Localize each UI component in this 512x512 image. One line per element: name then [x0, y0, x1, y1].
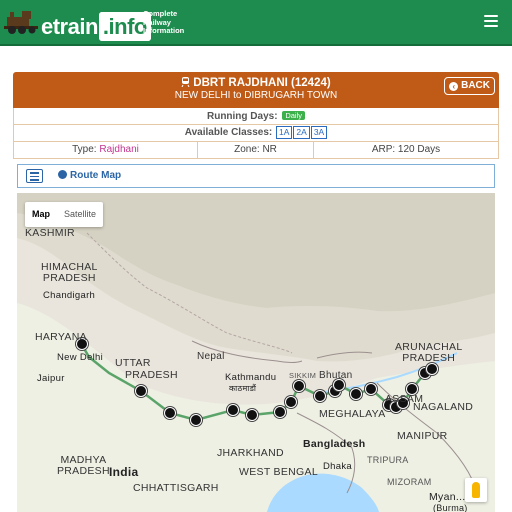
route-map-bar: Route Map — [17, 164, 495, 188]
route-map-link[interactable]: Route Map — [58, 170, 121, 181]
label-haryana: HARYANA — [35, 331, 87, 343]
label-sikkim: SIKKIM — [289, 371, 317, 380]
running-days-badge: Daily — [282, 111, 305, 120]
station-marker-icon[interactable] — [426, 363, 438, 375]
map-type-tabs: Map Satellite — [25, 202, 104, 227]
station-marker-icon[interactable] — [164, 407, 176, 419]
train-panel: DBRT RAJDHANI (12424) NEW DELHI to DIBRU… — [13, 72, 499, 159]
label-chandigarh: Chandigarh — [43, 290, 96, 301]
map-tab-satellite[interactable]: Satellite — [57, 202, 103, 227]
label-uttar: UTTAR — [115, 357, 151, 369]
list-icon[interactable] — [26, 169, 43, 183]
label-burma: (Burma) — [433, 503, 468, 512]
label-meghalaya: MEGHALAYA — [319, 408, 386, 420]
train-logo-icon — [4, 11, 38, 34]
back-button[interactable]: ‹ BACK — [444, 77, 495, 95]
station-marker-icon[interactable] — [274, 406, 286, 418]
label-arunachal: ARUNACHAL PRADESH — [395, 341, 463, 364]
map-tab-map[interactable]: Map — [25, 202, 57, 227]
station-marker-icon[interactable] — [285, 396, 297, 408]
label-jharkhand: JHARKHAND — [217, 447, 284, 459]
brand-name: etrain .info — [41, 12, 151, 41]
back-label: BACK — [461, 80, 490, 91]
train-name-text: DBRT RAJDHANI (12424) — [193, 77, 331, 89]
class-2a-link[interactable]: 2A — [293, 126, 310, 139]
top-bar: etrain .info Complete Railway Information — [0, 0, 512, 46]
label-nagaland: NAGALAND — [413, 401, 474, 413]
globe-icon — [58, 170, 67, 179]
train-icon — [181, 77, 190, 88]
label-new-delhi: New Delhi — [57, 352, 103, 363]
type-cell: Type: Rajdhani — [14, 142, 198, 158]
station-marker-icon[interactable] — [314, 390, 326, 402]
label-bangladesh: Bangladesh — [303, 438, 366, 450]
classes-label: Available Classes: — [184, 127, 273, 138]
station-marker-icon[interactable] — [365, 383, 377, 395]
label-west-bengal: WEST BENGAL — [239, 466, 318, 478]
label-india: India — [109, 465, 139, 479]
label-mizoram: MIZORAM — [387, 477, 432, 487]
label-manipur: MANIPUR — [397, 430, 448, 442]
running-days-label: Running Days: — [206, 111, 278, 122]
menu-icon[interactable] — [484, 15, 498, 29]
station-marker-icon[interactable] — [190, 414, 202, 426]
type-label: Type: — [72, 144, 97, 155]
classes-row: Available Classes: 1A 2A 3A — [13, 125, 499, 142]
label-madhya: MADHYA PRADESH — [57, 454, 110, 477]
label-himachal: HIMACHAL PRADESH — [41, 261, 98, 284]
station-marker-icon[interactable] — [227, 404, 239, 416]
zone-cell: Zone: NR — [198, 142, 314, 158]
running-days-row: Running Days: Daily — [13, 108, 499, 125]
label-up-pradesh: PRADESH — [125, 369, 178, 381]
type-value: Rajdhani — [99, 144, 139, 155]
label-bhutan: Bhutan — [319, 370, 353, 381]
route-map-label: Route Map — [70, 170, 122, 181]
brand-main: etrain — [41, 14, 98, 39]
train-title-bar: DBRT RAJDHANI (12424) NEW DELHI to DIBRU… — [13, 72, 499, 108]
pegman-icon[interactable] — [465, 478, 487, 502]
station-marker-icon[interactable] — [246, 409, 258, 421]
station-marker-icon[interactable] — [135, 385, 147, 397]
train-name: DBRT RAJDHANI (12424) — [13, 72, 499, 89]
station-marker-icon[interactable] — [350, 388, 362, 400]
details-row: Type: Rajdhani Zone: NR ARP: 120 Days — [13, 142, 499, 159]
class-1a-link[interactable]: 1A — [276, 126, 293, 139]
arp-cell: ARP: 120 Days — [371, 144, 441, 155]
route-map[interactable]: KASHMIR HIMACHAL PRADESH Chandigarh HARY… — [17, 193, 495, 512]
back-arrow-icon: ‹ — [449, 82, 459, 91]
label-kathmandu-native: काठमाडौं — [229, 384, 257, 393]
label-kashmir: KASHMIR — [25, 227, 75, 239]
label-chhattisgarh: CHHATTISGARH — [133, 482, 219, 494]
label-nepal: Nepal — [197, 351, 225, 362]
label-jaipur: Jaipur — [37, 373, 65, 384]
station-marker-icon[interactable] — [293, 380, 305, 392]
tagline: Complete Railway Information — [143, 9, 185, 35]
label-tripura: TRIPURA — [367, 455, 409, 465]
site-logo[interactable]: etrain .info — [4, 6, 151, 41]
label-dhaka: Dhaka — [323, 461, 352, 472]
class-3a-link[interactable]: 3A — [310, 126, 328, 139]
train-route: NEW DELHI to DIBRUGARH TOWN — [174, 90, 338, 101]
label-myanmar: Myan... — [429, 491, 466, 503]
label-kathmandu: Kathmandu — [225, 372, 277, 383]
